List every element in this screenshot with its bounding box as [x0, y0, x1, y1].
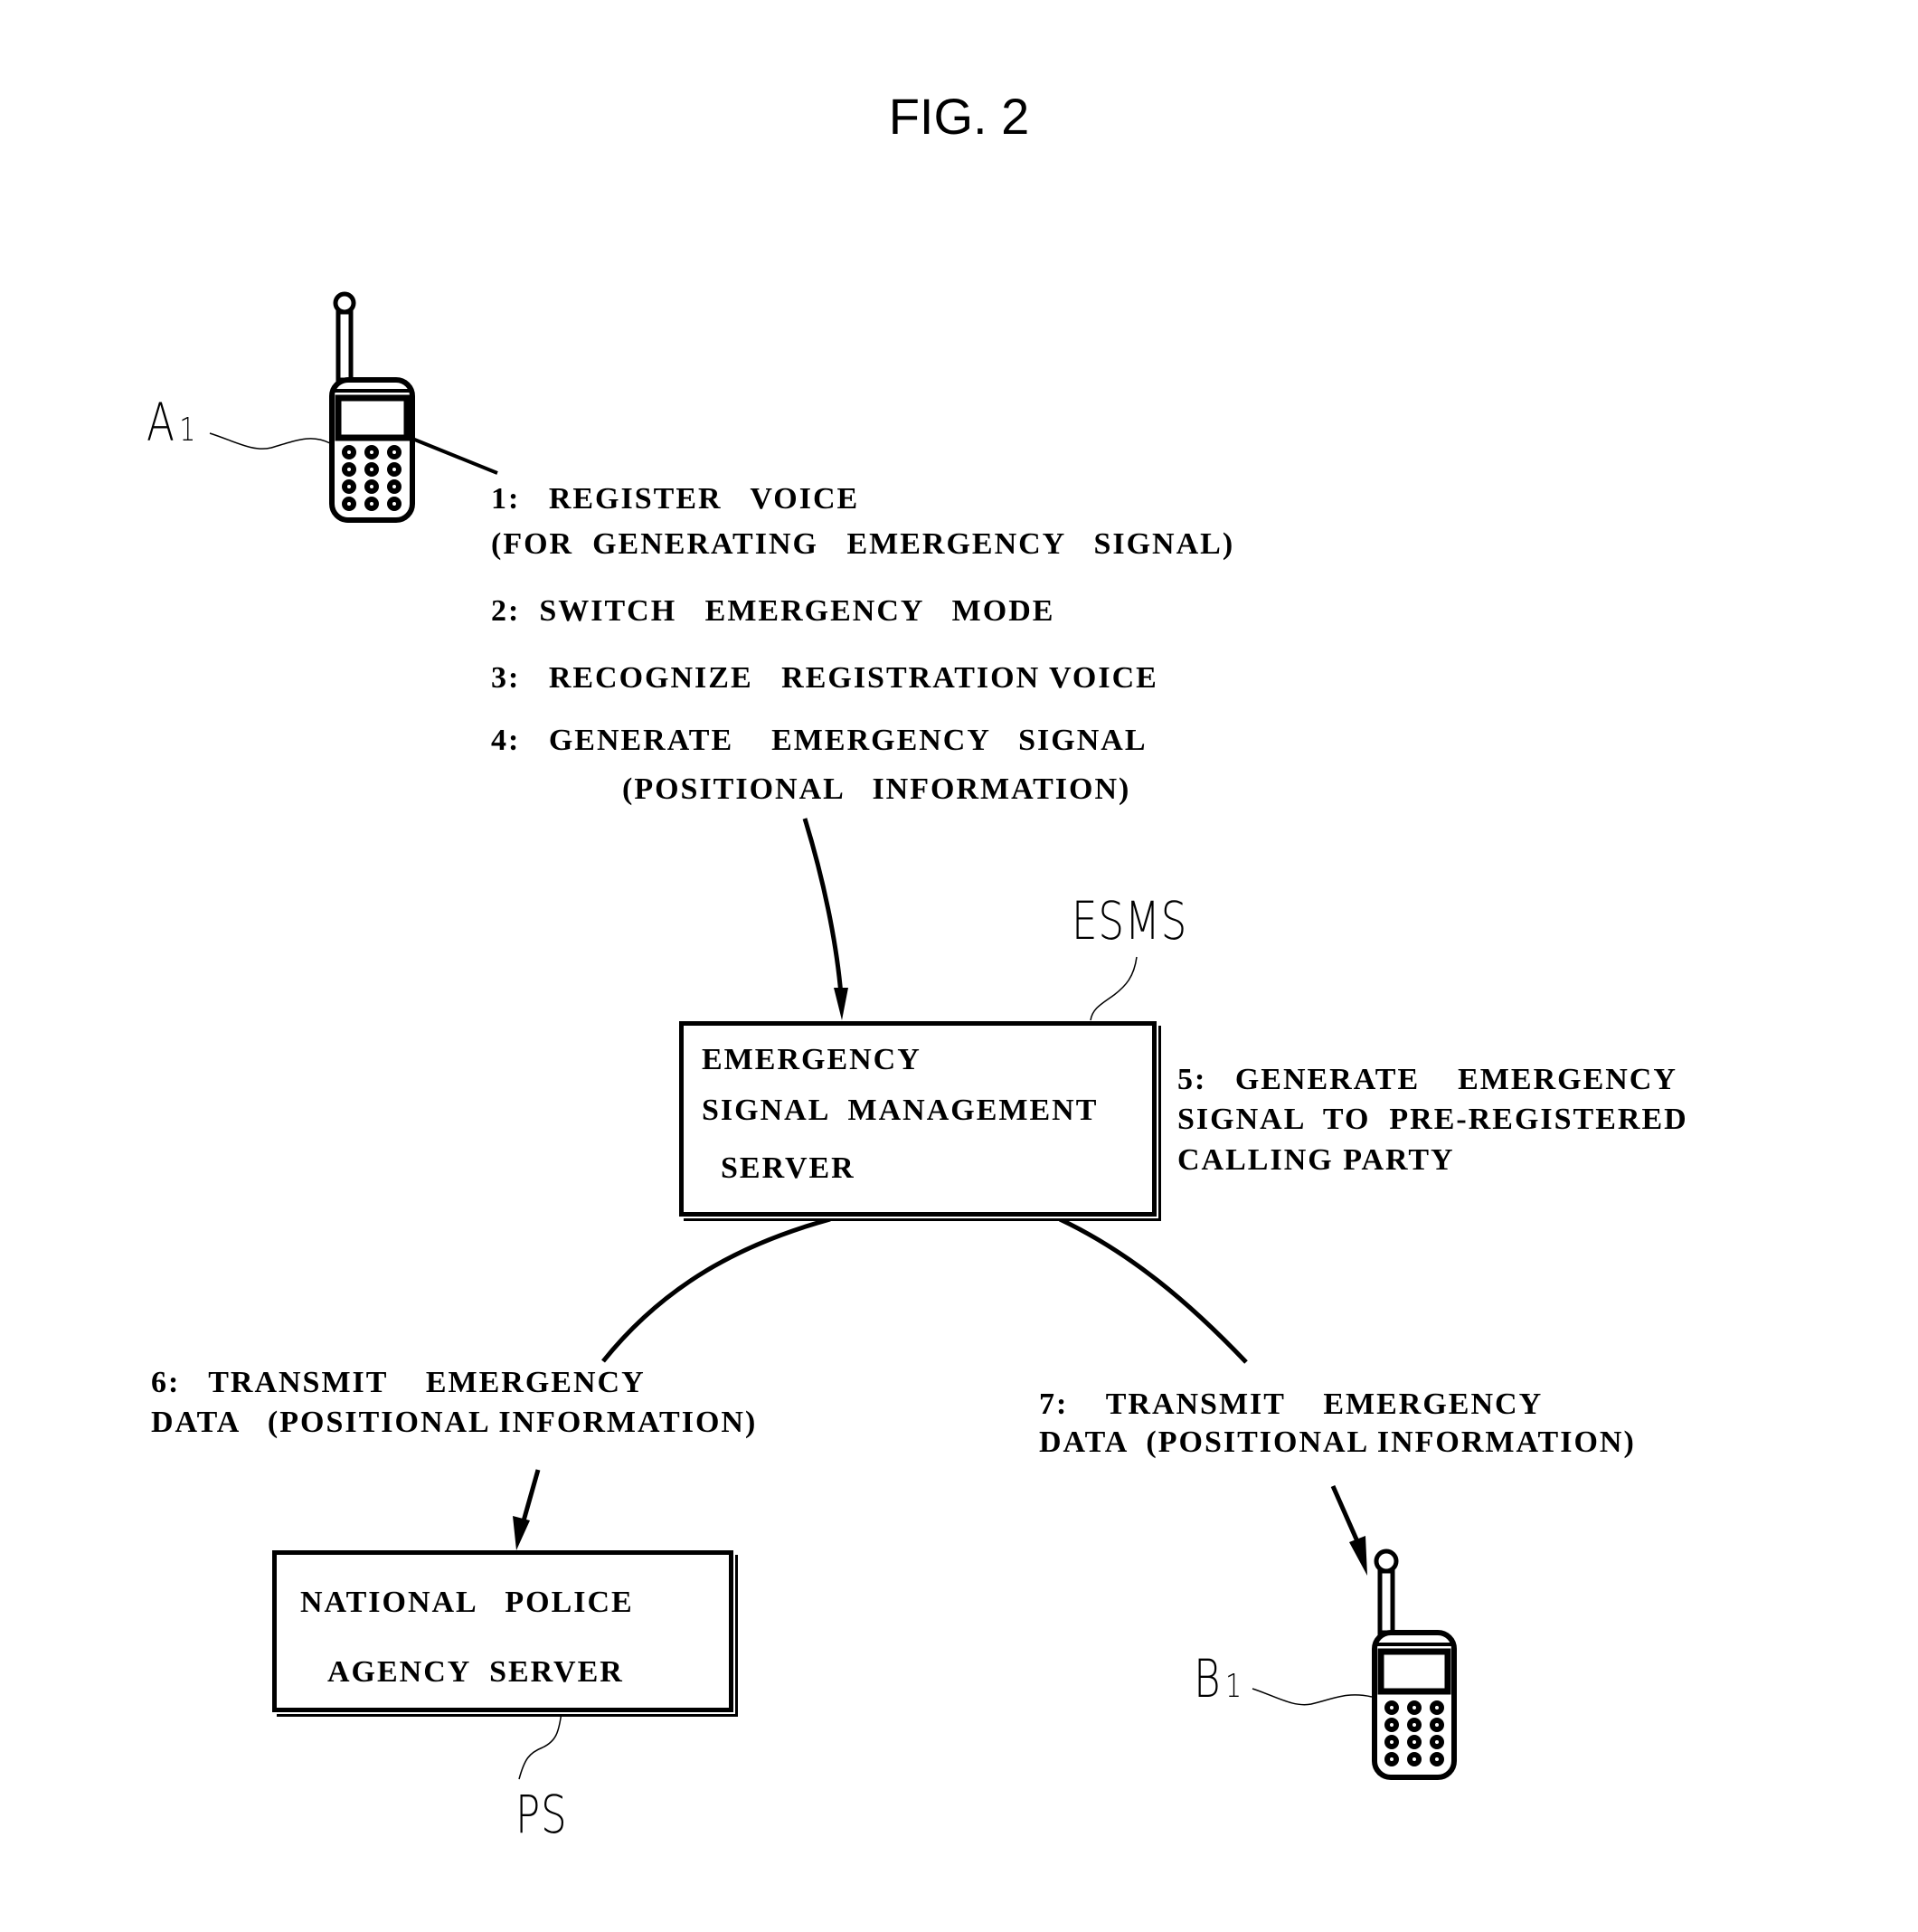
mobile-phone-b1-icon [1372, 1548, 1457, 1780]
step-6-line-1: 6: TRANSMIT EMERGENCY [151, 1366, 646, 1399]
reference-label-a1: A1 [146, 392, 196, 453]
step-1-line-1: 1: REGISTER VOICE [491, 482, 860, 516]
arrowhead-b1 [1349, 1536, 1367, 1576]
reference-a1-index: 1 [179, 412, 197, 449]
police-box-line-1: NATIONAL POLICE [300, 1586, 634, 1619]
step-5-line-3: CALLING PARTY [1177, 1143, 1455, 1177]
leader-line-b1 [1252, 1688, 1373, 1706]
arrow-to-esms [802, 818, 844, 996]
leader-line-ps [518, 1711, 562, 1780]
leader-line-esms [1090, 956, 1138, 1021]
esms-box-line-2: SIGNAL MANAGEMENT [702, 1094, 1099, 1127]
arrowhead-esms [834, 988, 848, 1020]
esms-box-line-3: SERVER [702, 1151, 855, 1185]
step-7-line-2: DATA (POSITIONAL INFORMATION) [1039, 1425, 1636, 1459]
reference-a1-letter: A [146, 392, 175, 453]
reference-b1-index: 1 [1225, 1668, 1242, 1705]
police-box-line-2: AGENCY SERVER [327, 1655, 624, 1689]
leader-line-a1 [209, 432, 331, 450]
step-4-line-1: 4: GENERATE EMERGENCY SIGNAL [491, 724, 1148, 757]
figure-title: FIG. 2 [888, 88, 1030, 145]
mobile-phone-a1-icon [329, 291, 415, 523]
police-server-box: NATIONAL POLICE AGENCY SERVER [272, 1550, 733, 1712]
step-3-line-1: 3: RECOGNIZE REGISTRATION VOICE [491, 661, 1158, 695]
connector-a1-to-steps [411, 437, 498, 475]
step-7-line-1: 7: TRANSMIT EMERGENCY [1039, 1387, 1544, 1421]
step-1-line-2: (FOR GENERATING EMERGENCY SIGNAL) [491, 527, 1235, 561]
step-5-line-1: 5: GENERATE EMERGENCY [1177, 1063, 1677, 1096]
arrow-to-police [520, 1469, 541, 1525]
esms-box-line-1: EMERGENCY [702, 1043, 921, 1076]
arrowhead-police [513, 1516, 530, 1550]
curve-esms-to-step6 [601, 1217, 831, 1363]
reference-label-esms: ESMS [1072, 890, 1188, 952]
step-2-line-1: 2: SWITCH EMERGENCY MODE [491, 594, 1055, 628]
step-5-line-2: SIGNAL TO PRE-REGISTERED [1177, 1103, 1688, 1136]
curve-esms-to-step7 [1058, 1217, 1248, 1364]
step-6-line-2: DATA (POSITIONAL INFORMATION) [151, 1406, 758, 1439]
esms-server-box: EMERGENCY SIGNAL MANAGEMENT SERVER [679, 1021, 1157, 1217]
step-4-line-2: (POSITIONAL INFORMATION) [622, 772, 1131, 806]
reference-label-ps: PS [515, 1784, 568, 1845]
reference-label-b1: B1 [1194, 1648, 1242, 1709]
reference-b1-letter: B [1194, 1648, 1222, 1709]
